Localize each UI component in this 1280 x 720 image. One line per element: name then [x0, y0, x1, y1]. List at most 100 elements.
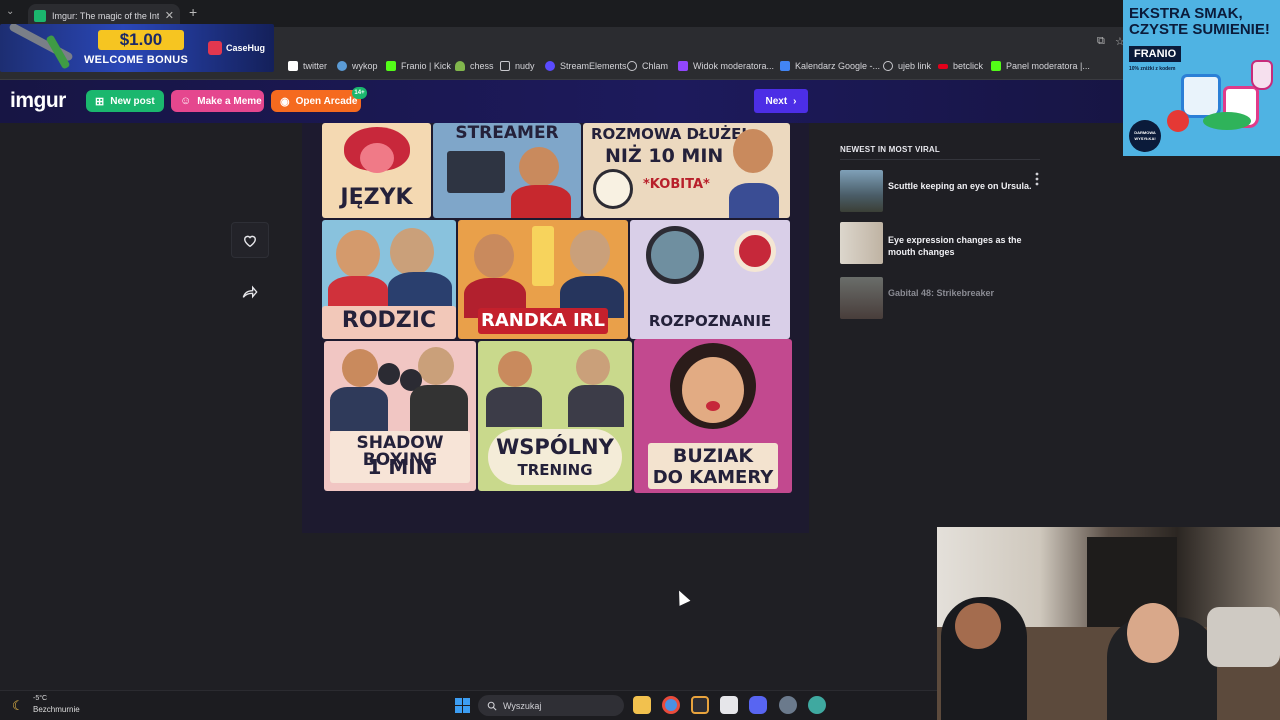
bookmark-nudy[interactable]: nudy — [500, 61, 535, 71]
next-post-button[interactable]: Next › — [754, 89, 808, 113]
ad-bonus-text: WELCOME BONUS — [84, 54, 189, 66]
ad-brand: CaseHug — [208, 41, 265, 55]
magnifying-glass-illustration — [646, 226, 704, 284]
casehug-logo-icon — [208, 41, 222, 55]
panel-jezyk: JĘZYK — [322, 123, 431, 218]
settings-gear-icon[interactable] — [779, 696, 797, 714]
divider — [840, 159, 1040, 160]
post-thumbnail — [840, 277, 883, 319]
sidebar-post-item[interactable]: Eye expression changes as the mouth chan… — [840, 222, 1040, 266]
casehug-ad-banner[interactable]: $1.00 WELCOME BONUS CaseHug — [0, 24, 274, 72]
sofa-shape — [1207, 607, 1280, 667]
bookmark-chlam[interactable]: Chlam — [627, 61, 668, 71]
meme-icon: ☺ — [180, 95, 192, 107]
app-icon[interactable] — [691, 696, 709, 714]
bookmark-betclick[interactable]: betclick — [938, 61, 983, 71]
product-tub-image — [1181, 74, 1221, 118]
bookmark-panel-moderatora[interactable]: Panel moderatora |... — [991, 61, 1090, 71]
mouse-cursor-icon — [673, 588, 691, 606]
shirt-illustration — [410, 385, 468, 431]
chess-icon — [455, 61, 465, 71]
woman-face-illustration — [733, 129, 773, 173]
webcam-overlay — [937, 527, 1280, 720]
boxer-face-illustration — [342, 349, 378, 387]
bookmark-twitter[interactable]: twitter — [288, 61, 327, 71]
streamelements-icon — [545, 61, 555, 71]
file-explorer-icon[interactable] — [633, 696, 651, 714]
share-button[interactable] — [240, 282, 260, 302]
lips-illustration — [706, 401, 720, 411]
bookmark-streamelements[interactable]: StreamElements — [545, 61, 627, 71]
new-post-button[interactable]: ⊞ New post — [86, 90, 164, 112]
panel-label: ROZPOZNANIE — [648, 312, 772, 330]
franio-ad-banner[interactable]: EKSTRA SMAK, CZYSTE SUMIENIE! FRANIO 10%… — [1123, 0, 1280, 156]
x-icon — [288, 61, 298, 71]
imgur-header: imgur ⊞ New post ☺ Make a Meme ◉ Open Arcad… — [0, 80, 1123, 123]
kick-icon — [991, 61, 1001, 71]
bookmark-ujeb-link[interactable]: ujeb link — [883, 61, 931, 71]
open-arcade-button[interactable]: ◉ Open Arcade — [271, 90, 361, 112]
chrome-icon[interactable] — [662, 696, 680, 714]
sidebar-post-title: Gabital 48: Strikebreaker — [888, 288, 995, 298]
jacket-illustration — [388, 272, 452, 310]
moon-weather-icon[interactable]: ☾ — [12, 698, 24, 714]
windows-start-icon[interactable] — [455, 698, 470, 713]
tab-list-chevron-down-icon[interactable]: ⌄ — [6, 6, 14, 17]
panel-rozpoznanie: ROZPOZNANIE — [630, 220, 790, 339]
globe-icon — [627, 61, 637, 71]
plus-square-icon: ⊞ — [95, 95, 105, 108]
panel-label: RANDKA IRL — [481, 310, 605, 331]
woman-face-illustration — [682, 357, 744, 423]
shirt-illustration — [328, 276, 388, 310]
discord-icon[interactable] — [749, 696, 767, 714]
tab-title: Imgur: The magic of the Interne — [52, 10, 159, 21]
bookmark-wykop[interactable]: wykop — [337, 61, 378, 71]
streamer-shirt-illustration — [511, 185, 571, 218]
bookmark-widok-moderatora[interactable]: Widok moderatora... — [678, 61, 774, 71]
fruit-illustration — [1167, 110, 1189, 132]
woman-face-illustration — [336, 230, 380, 278]
translate-icon[interactable]: ⧉ — [1097, 35, 1105, 48]
bookmark-chess[interactable]: chess — [455, 61, 494, 71]
woman-face-illustration — [498, 351, 532, 387]
make-a-meme-button[interactable]: ☺ Make a Meme — [171, 90, 264, 112]
sidebar-title: NEWEST IN MOST VIRAL — [840, 145, 940, 154]
tab-close-icon[interactable]: ✕ — [165, 9, 174, 22]
boxing-glove-illustration — [378, 363, 400, 385]
man-face-illustration — [570, 230, 610, 274]
panel-label: JĘZYK — [340, 185, 413, 210]
favorite-button[interactable] — [231, 222, 269, 258]
taskbar-search-input[interactable]: Wyszukaj — [478, 695, 624, 716]
bookmark-kalendarz-google[interactable]: Kalendarz Google -... — [780, 61, 880, 71]
man-face-illustration — [390, 228, 434, 276]
panel-rozmowa: ROZMOWA DŁUŻEJ NIŻ 10 MIN *KOBITA* — [583, 123, 790, 218]
post-image: JĘZYK STREAMER ROZMOWA DŁUŻEJ NIŻ 10 MIN… — [302, 123, 809, 533]
windows-taskbar: ☾ -5°C Bezchmurnie Wyszukaj — [0, 690, 937, 720]
wykop-icon — [337, 61, 347, 71]
imgur-favicon-icon — [34, 9, 46, 22]
panel-rodzic: RODZIC — [322, 220, 456, 339]
streamer-face-illustration — [519, 147, 559, 187]
ad-amount: $1.00 — [98, 30, 184, 50]
bookmark-franio-kick[interactable]: Franio | Kick — [386, 61, 451, 71]
imgur-logo[interactable]: imgur — [10, 89, 66, 113]
person-head — [955, 603, 1001, 649]
app-icon[interactable] — [720, 696, 738, 714]
globe-icon — [883, 61, 893, 71]
panel-label: BUZIAK — [672, 445, 754, 467]
sidebar-post-item[interactable]: Gabital 48: Strikebreaker — [840, 277, 1040, 321]
sportswear-illustration — [568, 385, 624, 427]
panel-label: STREAMER — [455, 123, 559, 143]
panel-label: 1 MIN — [367, 455, 433, 479]
sidebar-post-item[interactable]: Scuttle keeping an eye on Ursula. — [840, 170, 1040, 214]
heart-icon — [244, 235, 256, 247]
new-tab-plus-icon[interactable]: + — [189, 4, 197, 20]
panel-wspolny-trening: WSPÓLNY TRENING — [478, 341, 632, 491]
share-arrow-icon — [242, 285, 258, 299]
panel-shadow-boxing: SHADOW BOXING 1 MIN — [324, 341, 476, 491]
product-tub-image — [1251, 60, 1273, 90]
folder-icon — [500, 61, 510, 71]
tongue-illustration — [360, 143, 394, 173]
globe-icon[interactable] — [808, 696, 826, 714]
panel-streamer: STREAMER — [433, 123, 581, 218]
